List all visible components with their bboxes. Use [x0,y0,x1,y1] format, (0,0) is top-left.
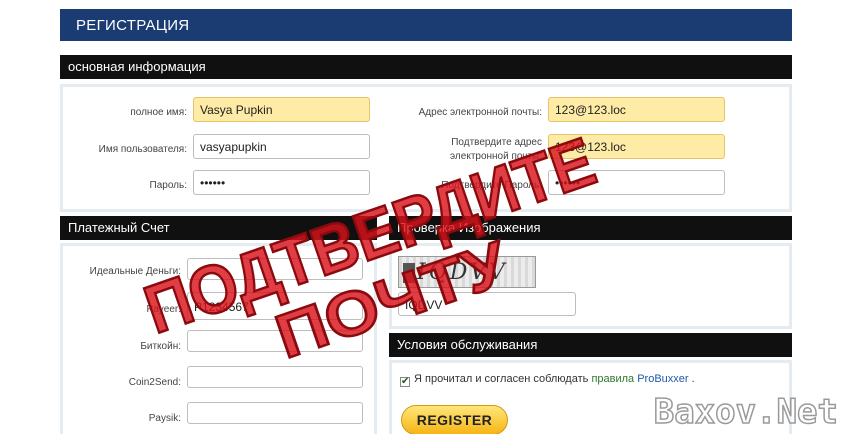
password-label: Пароль: [149,180,187,191]
coin2send-label: Coin2Send: [128,377,181,388]
password-input[interactable]: •••••• [193,170,370,195]
captcha-noise [403,263,415,283]
perfect-money-label: Идеальные Деньги: [89,266,181,277]
terms-checkbox[interactable]: ✔ [400,377,410,387]
confirm-email-label-line1: Подтвердите адрес [451,137,542,148]
email-label: Адрес электронной почты: [418,107,542,118]
paysik-input[interactable] [187,402,363,424]
confirm-email-input[interactable]: 123@123.loc [548,134,725,159]
terms-rules-link[interactable]: правила [591,373,634,385]
payeer-input[interactable]: P1234567 [187,292,363,320]
page-title: РЕГИСТРАЦИЯ [60,9,792,41]
terms-agreement-text: Я прочитал и согласен соблюдать правила … [414,373,695,385]
username-label: Имя пользователя: [98,144,187,155]
coin2send-input[interactable] [187,366,363,388]
section-header-payment: Платежный Счет [60,216,377,240]
bitcoin-label: Биткойн: [140,341,181,352]
section-header-captcha: Проверка Изображения [389,216,792,240]
bitcoin-input[interactable] [187,330,363,352]
terms-text-before: Я прочитал и согласен соблюдать [414,373,592,385]
captcha-image: IQDVV [398,256,536,288]
register-button[interactable]: REGISTER [401,405,508,434]
terms-brand-name: ProBuxxer [637,373,689,385]
payeer-label: Payeer: [146,304,181,315]
email-input[interactable]: 123@123.loc [548,97,725,122]
section-header-terms: Условия обслуживания [389,333,792,357]
full-name-label: полное имя: [130,107,187,118]
confirm-email-label-line2: электронной почты: [450,151,542,162]
terms-text-after: . [688,373,695,385]
perfect-money-input[interactable] [187,258,363,280]
confirm-password-input[interactable]: •••••• [548,170,725,195]
full-name-input[interactable]: Vasya Pupkin [193,97,370,122]
username-input[interactable]: vasyapupkin [193,134,370,159]
captcha-image-text: IQDVV [417,260,508,285]
paysik-label: Paysik: [148,413,181,424]
captcha-input[interactable]: IQDVV [398,292,576,316]
section-header-basic-info: основная информация [60,55,792,79]
confirm-password-label: Подтвердите Пароль: [441,180,542,191]
